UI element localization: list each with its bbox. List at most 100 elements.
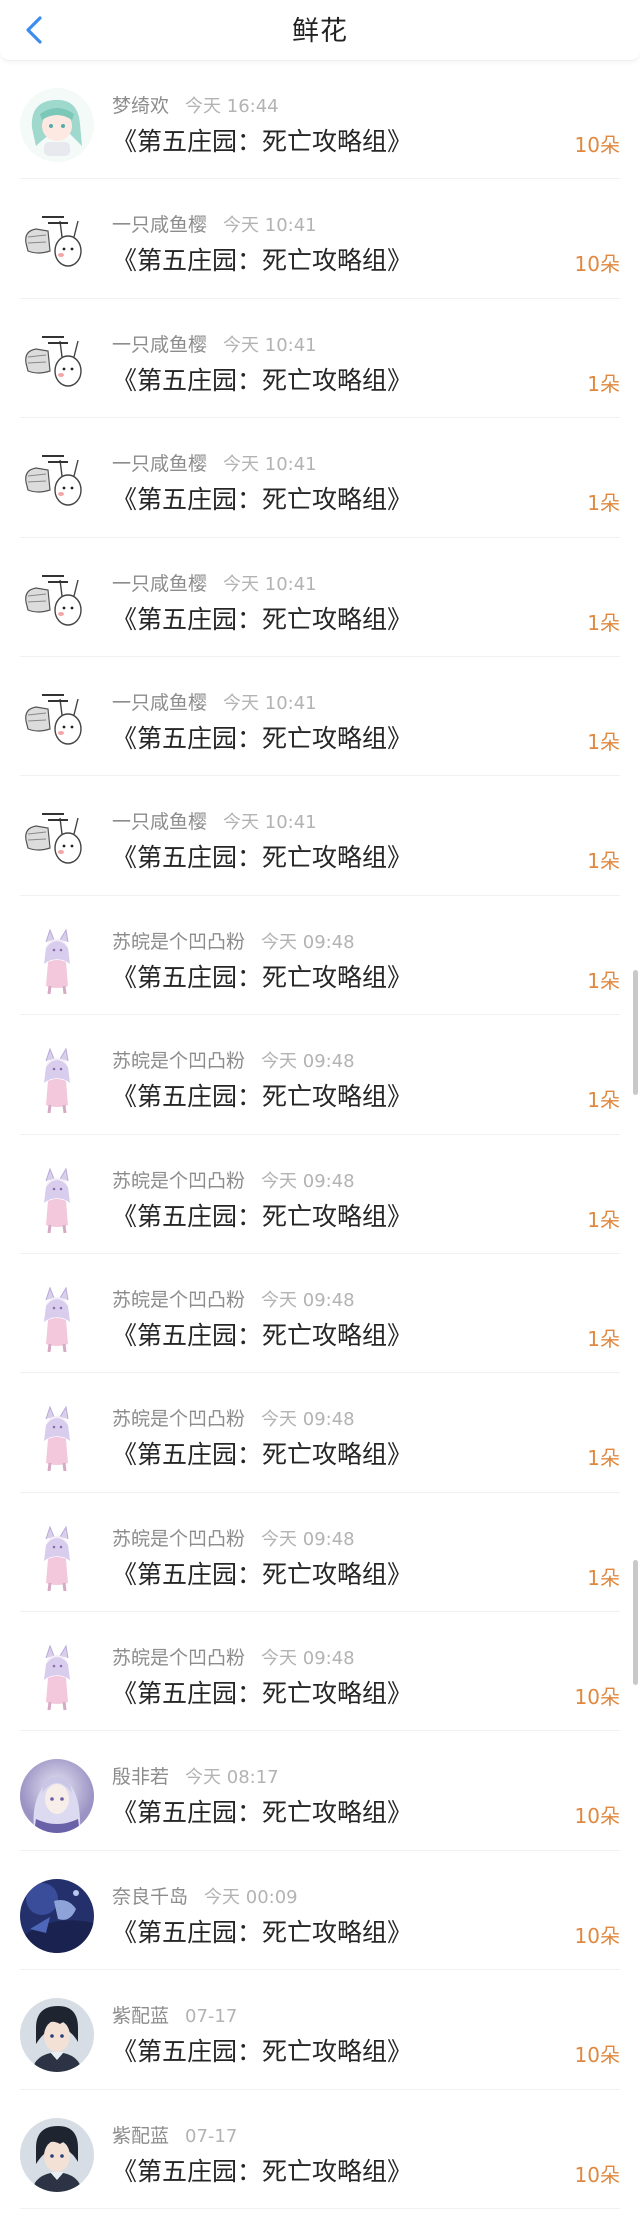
work-title[interactable]: 《第五庄园：死亡攻略组》 <box>112 1435 412 1471</box>
avatar[interactable] <box>20 1878 94 1953</box>
timestamp: 07-17 <box>185 2006 238 2028</box>
flower-count: 10朵 <box>574 2162 620 2187</box>
flower-record-row[interactable]: 一只咸鱼樱 今天 10:41 《第五庄园：死亡攻略组》 1朵 <box>0 538 640 658</box>
record-meta: 苏皖是个凹凸粉 今天 09:48 <box>112 1046 355 1073</box>
flower-record-row[interactable]: 一只咸鱼樱 今天 10:41 《第五庄园：死亡攻略组》 1朵 <box>0 776 640 897</box>
flower-record-row[interactable]: 苏皖是个凹凸粉 今天 09:48 《第五庄园：死亡攻略组》 1朵 <box>0 896 640 1016</box>
avatar[interactable] <box>20 1640 94 1715</box>
username[interactable]: 苏皖是个凹凸粉 <box>112 1528 245 1550</box>
timestamp: 07-17 <box>185 2125 238 2147</box>
flower-record-row[interactable]: 苏皖是个凹凸粉 今天 09:48 《第五庄园：死亡攻略组》 1朵 <box>0 1015 640 1135</box>
avatar[interactable] <box>20 684 94 759</box>
flower-count: 10朵 <box>574 252 620 277</box>
timestamp: 今天 10:41 <box>223 812 317 834</box>
flower-count: 1朵 <box>587 1207 620 1232</box>
username[interactable]: 一只咸鱼樱 <box>112 334 207 356</box>
username[interactable]: 一只咸鱼樱 <box>112 573 207 595</box>
username[interactable]: 苏皖是个凹凸粉 <box>112 1170 245 1192</box>
scrollbar-thumb-upper[interactable] <box>633 970 638 1095</box>
work-title[interactable]: 《第五庄园：死亡攻略组》 <box>112 361 412 397</box>
flower-record-row[interactable]: 一只咸鱼樱 今天 10:41 《第五庄园：死亡攻略组》 1朵 <box>0 418 640 538</box>
flower-record-row[interactable]: 紫配蓝 07-17 《第五庄园：死亡攻略组》 10朵 <box>0 1970 640 2091</box>
work-title[interactable]: 《第五庄园：死亡攻略组》 <box>112 1555 412 1591</box>
avatar[interactable] <box>20 1401 94 1476</box>
flower-record-row[interactable]: 苏皖是个凹凸粉 今天 09:48 《第五庄园：死亡攻略组》 1朵 <box>0 1135 640 1255</box>
avatar[interactable] <box>20 1759 94 1834</box>
work-title[interactable]: 《第五庄园：死亡攻略组》 <box>112 241 412 277</box>
username[interactable]: 奈良千岛 <box>112 1886 188 1908</box>
scrollbar-thumb-lower[interactable] <box>633 1560 638 1685</box>
record-meta: 奈良千岛 今天 00:09 <box>112 1882 298 1909</box>
record-meta: 苏皖是个凹凸粉 今天 09:48 <box>112 1643 355 1670</box>
work-title[interactable]: 《第五庄园：死亡攻略组》 <box>112 480 412 516</box>
avatar[interactable] <box>20 2117 94 2192</box>
work-title[interactable]: 《第五庄园：死亡攻略组》 <box>112 1793 412 1829</box>
avatar[interactable] <box>20 207 94 282</box>
work-title[interactable]: 《第五庄园：死亡攻略组》 <box>112 122 412 158</box>
flower-record-row[interactable]: 苏皖是个凹凸粉 今天 09:48 《第五庄园：死亡攻略组》 1朵 <box>0 1254 640 1374</box>
timestamp: 今天 09:48 <box>261 931 355 953</box>
timestamp: 今天 10:41 <box>223 692 317 714</box>
username[interactable]: 殷非若 <box>112 1766 169 1788</box>
work-title[interactable]: 《第五庄园：死亡攻略组》 <box>112 1316 412 1352</box>
work-title[interactable]: 《第五庄园：死亡攻略组》 <box>112 2032 412 2068</box>
username[interactable]: 苏皖是个凹凸粉 <box>112 1408 245 1430</box>
record-meta: 一只咸鱼樱 今天 10:41 <box>112 210 317 237</box>
work-title[interactable]: 《第五庄园：死亡攻略组》 <box>112 838 412 874</box>
avatar[interactable] <box>20 804 94 879</box>
timestamp: 今天 09:48 <box>261 1051 355 1073</box>
flower-count: 1朵 <box>587 1088 620 1113</box>
work-title[interactable]: 《第五庄园：死亡攻略组》 <box>112 1674 412 1710</box>
flower-count: 10朵 <box>574 1685 620 1710</box>
flower-record-row[interactable]: 苏皖是个凹凸粉 今天 09:48 《第五庄园：死亡攻略组》 1朵 <box>0 1373 640 1494</box>
flower-record-row[interactable]: 奈良千岛 今天 00:09 《第五庄园：死亡攻略组》 10朵 <box>0 1851 640 1971</box>
flower-record-row[interactable]: 梦绮欢 今天 16:44 《第五庄园：死亡攻略组》 10朵 <box>0 60 640 180</box>
flower-count: 10朵 <box>574 1923 620 1948</box>
record-meta: 紫配蓝 07-17 <box>112 2121 237 2148</box>
username[interactable]: 苏皖是个凹凸粉 <box>112 931 245 953</box>
record-meta: 一只咸鱼樱 今天 10:41 <box>112 807 317 834</box>
flower-record-row[interactable]: 一只咸鱼樱 今天 10:41 《第五庄园：死亡攻略组》 1朵 <box>0 657 640 777</box>
avatar[interactable] <box>20 1162 94 1237</box>
avatar[interactable] <box>20 326 94 401</box>
work-title[interactable]: 《第五庄园：死亡攻略组》 <box>112 719 412 755</box>
flower-count: 1朵 <box>587 968 620 993</box>
avatar[interactable] <box>20 1043 94 1118</box>
top-bar: 鲜花 <box>0 0 640 61</box>
record-meta: 一只咸鱼樱 今天 10:41 <box>112 449 317 476</box>
flower-record-row[interactable]: 一只咸鱼樱 今天 10:41 《第五庄园：死亡攻略组》 1朵 <box>0 299 640 419</box>
username[interactable]: 一只咸鱼樱 <box>112 692 207 714</box>
avatar[interactable] <box>20 1281 94 1356</box>
work-title[interactable]: 《第五庄园：死亡攻略组》 <box>112 1077 412 1113</box>
avatar[interactable] <box>20 446 94 521</box>
avatar[interactable] <box>20 1998 94 2073</box>
username[interactable]: 紫配蓝 <box>112 2125 169 2147</box>
work-title[interactable]: 《第五庄园：死亡攻略组》 <box>112 958 412 994</box>
work-title[interactable]: 《第五庄园：死亡攻略组》 <box>112 1913 412 1949</box>
flower-count: 1朵 <box>587 849 620 874</box>
avatar[interactable] <box>20 565 94 640</box>
username[interactable]: 苏皖是个凹凸粉 <box>112 1647 245 1669</box>
flower-record-list: 梦绮欢 今天 16:44 《第五庄园：死亡攻略组》 10朵 一只咸鱼樱 今天 10:41 《… <box>0 60 640 2210</box>
username[interactable]: 紫配蓝 <box>112 2005 169 2027</box>
work-title[interactable]: 《第五庄园：死亡攻略组》 <box>112 600 412 636</box>
timestamp: 今天 09:48 <box>261 1409 355 1431</box>
flower-record-row[interactable]: 殷非若 今天 08:17 《第五庄园：死亡攻略组》 10朵 <box>0 1731 640 1852</box>
work-title[interactable]: 《第五庄园：死亡攻略组》 <box>112 1197 412 1233</box>
flower-record-row[interactable]: 苏皖是个凹凸粉 今天 09:48 《第五庄园：死亡攻略组》 1朵 <box>0 1493 640 1613</box>
flower-record-row[interactable]: 一只咸鱼樱 今天 10:41 《第五庄园：死亡攻略组》 10朵 <box>0 179 640 300</box>
avatar[interactable] <box>20 88 94 162</box>
username[interactable]: 苏皖是个凹凸粉 <box>112 1050 245 1072</box>
avatar[interactable] <box>20 923 94 998</box>
work-title[interactable]: 《第五庄园：死亡攻略组》 <box>112 2152 412 2188</box>
flower-count: 10朵 <box>574 133 620 157</box>
flower-record-row[interactable]: 紫配蓝 07-17 《第五庄园：死亡攻略组》 10朵 <box>0 2090 640 2210</box>
flower-record-row[interactable]: 苏皖是个凹凸粉 今天 09:48 《第五庄园：死亡攻略组》 10朵 <box>0 1612 640 1732</box>
username[interactable]: 梦绮欢 <box>112 95 169 117</box>
flower-count: 1朵 <box>587 1565 620 1590</box>
username[interactable]: 苏皖是个凹凸粉 <box>112 1289 245 1311</box>
avatar[interactable] <box>20 1520 94 1595</box>
username[interactable]: 一只咸鱼樱 <box>112 811 207 833</box>
username[interactable]: 一只咸鱼樱 <box>112 214 207 236</box>
username[interactable]: 一只咸鱼樱 <box>112 453 207 475</box>
